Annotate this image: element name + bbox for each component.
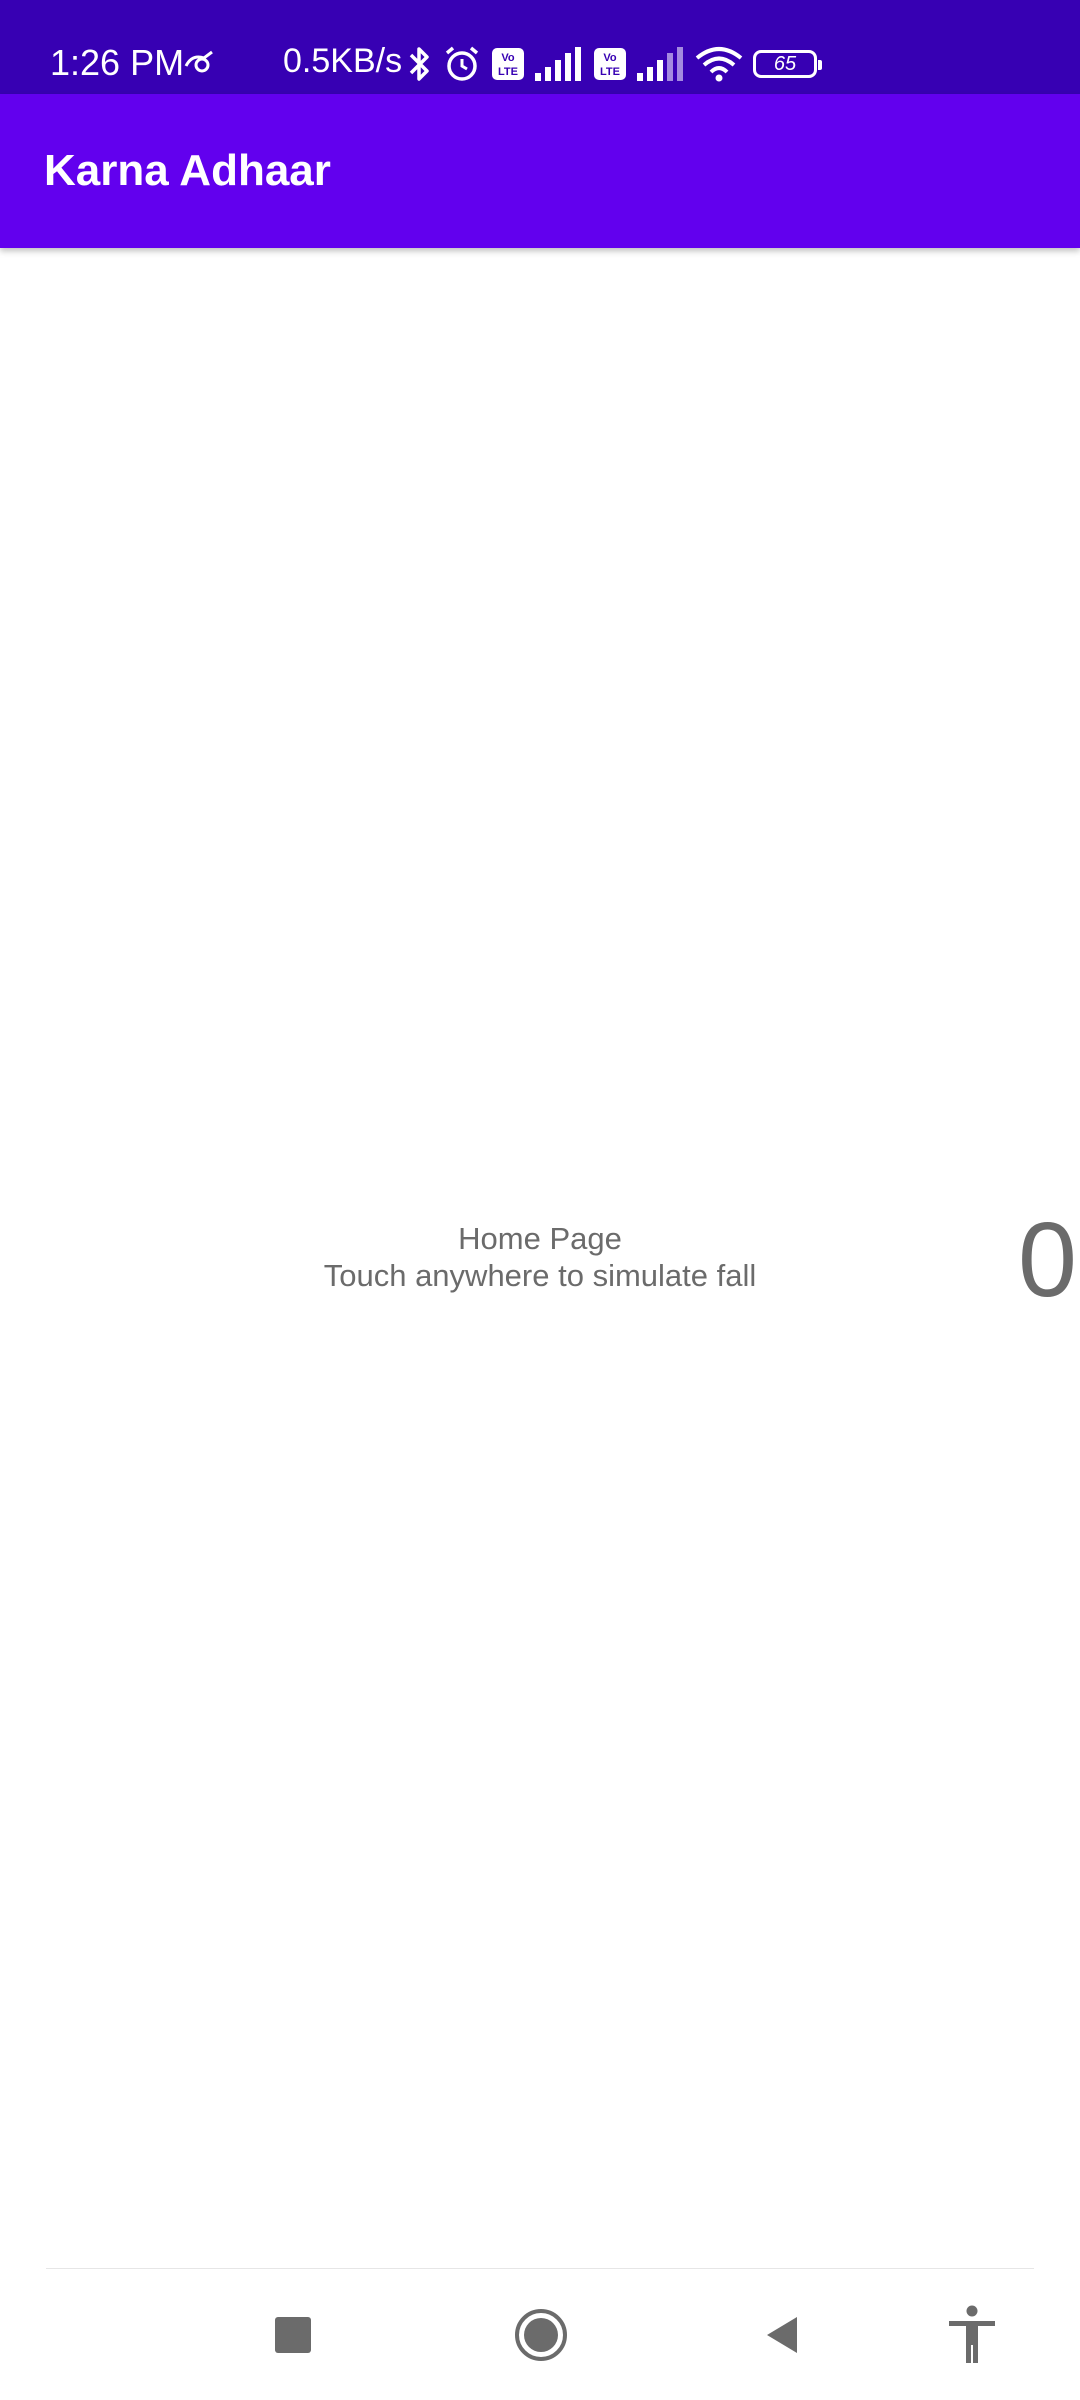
battery-icon: 65 bbox=[753, 50, 822, 78]
accessibility-icon bbox=[949, 2305, 995, 2363]
app-bar: Karna Adhaar bbox=[0, 94, 1080, 248]
home-button[interactable] bbox=[506, 2300, 576, 2370]
fall-counter: 0 bbox=[1018, 1201, 1077, 1319]
back-button[interactable] bbox=[748, 2300, 818, 2370]
svg-text:Vo: Vo bbox=[501, 52, 515, 64]
network-speed: 0.5KB/s bbox=[283, 42, 403, 80]
alarm-icon bbox=[443, 45, 481, 83]
accessibility-button[interactable] bbox=[937, 2300, 1007, 2370]
status-bar: 1:26 PM 0.5KB/s Vo LTE Vo LTE 65 bbox=[0, 0, 1080, 94]
instruction-text: Touch anywhere to simulate fall bbox=[323, 1258, 757, 1293]
back-icon bbox=[767, 2317, 797, 2353]
battery-level: 65 bbox=[773, 52, 797, 75]
volte-icon: Vo LTE bbox=[491, 47, 525, 81]
recents-button[interactable] bbox=[258, 2300, 328, 2370]
navigation-bar bbox=[0, 2270, 1080, 2400]
bluetooth-icon bbox=[405, 45, 433, 83]
app-title: Karna Adhaar bbox=[44, 146, 331, 195]
vpn-icon bbox=[182, 48, 216, 81]
recents-icon bbox=[275, 2317, 311, 2353]
home-message: Home Page Touch anywhere to simulate fal… bbox=[0, 1220, 1080, 1294]
status-time: 1:26 PM bbox=[50, 42, 185, 83]
page-title: Home Page bbox=[458, 1221, 622, 1256]
wifi-icon bbox=[695, 46, 743, 82]
svg-text:LTE: LTE bbox=[600, 66, 620, 78]
touch-area[interactable]: Home Page Touch anywhere to simulate fal… bbox=[0, 248, 1080, 2268]
volte-icon: Vo LTE bbox=[593, 47, 627, 81]
signal-icon bbox=[535, 47, 583, 81]
home-icon bbox=[515, 2309, 567, 2361]
signal-icon bbox=[637, 47, 685, 81]
status-icons: Vo LTE Vo LTE 65 bbox=[405, 40, 822, 88]
svg-text:LTE: LTE bbox=[498, 66, 518, 78]
svg-text:Vo: Vo bbox=[603, 52, 617, 64]
nav-divider bbox=[46, 2268, 1034, 2269]
